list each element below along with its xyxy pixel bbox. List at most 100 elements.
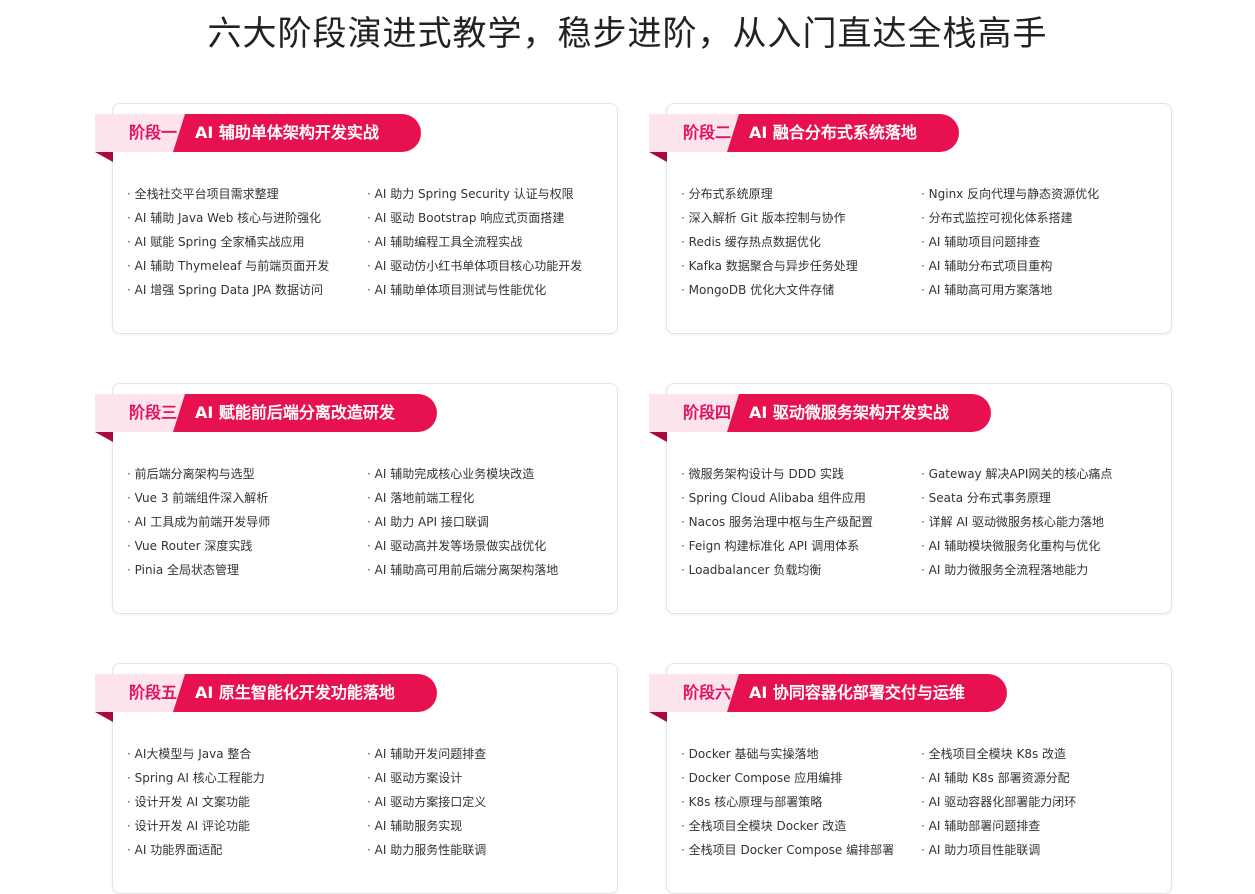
- list-item: Docker Compose 应用编排: [681, 766, 921, 790]
- list-item: AI 助力服务性能联调: [367, 838, 607, 862]
- list-item: AI 功能界面适配: [127, 838, 367, 862]
- stage-card-3: 阶段三 AI 赋能前后端分离改造研发 前后端分离架构与选型 Vue 3 前端组件…: [95, 383, 618, 614]
- list-item: 微服务架构设计与 DDD 实践: [681, 462, 921, 486]
- topic-list-left: 全栈社交平台项目需求整理 AI 辅助 Java Web 核心与进阶强化 AI 赋…: [127, 182, 367, 302]
- page-title: 六大阶段演进式教学，稳步进阶，从入门直达全栈高手: [207, 14, 1048, 54]
- list-item: AI大模型与 Java 整合: [127, 742, 367, 766]
- stage-name: AI 赋能前后端分离改造研发: [173, 394, 437, 432]
- topic-list-left: 分布式系统原理 深入解析 Git 版本控制与协作 Redis 缓存热点数据优化 …: [681, 182, 921, 302]
- list-item: AI 驱动 Bootstrap 响应式页面搭建: [367, 206, 607, 230]
- list-item: 设计开发 AI 评论功能: [127, 814, 367, 838]
- list-item: K8s 核心原理与部署策略: [681, 790, 921, 814]
- list-item: AI 助力 API 接口联调: [367, 510, 607, 534]
- list-item: 全栈项目 Docker Compose 编排部署: [681, 838, 921, 862]
- topic-list-right: Gateway 解决API网关的核心痛点 Seata 分布式事务原理 详解 AI…: [921, 462, 1161, 582]
- ribbon-fold: [95, 152, 113, 162]
- list-item: Spring AI 核心工程能力: [127, 766, 367, 790]
- list-item: AI 驱动高并发等场景做实战优化: [367, 534, 607, 558]
- stage-ribbon: 阶段三 AI 赋能前后端分离改造研发: [95, 394, 437, 442]
- list-item: AI 辅助开发问题排查: [367, 742, 607, 766]
- stage-label: 阶段三: [95, 394, 186, 432]
- list-item: AI 辅助模块微服务化重构与优化: [921, 534, 1161, 558]
- list-item: Feign 构建标准化 API 调用体系: [681, 534, 921, 558]
- stage-label: 阶段五: [95, 674, 186, 712]
- list-item: 全栈项目全模块 Docker 改造: [681, 814, 921, 838]
- stage-label: 阶段六: [649, 674, 740, 712]
- topic-list-left: Docker 基础与实操落地 Docker Compose 应用编排 K8s 核…: [681, 742, 921, 862]
- list-item: AI 工具成为前端开发导师: [127, 510, 367, 534]
- list-item: AI 辅助分布式项目重构: [921, 254, 1161, 278]
- list-item: AI 辅助完成核心业务模块改造: [367, 462, 607, 486]
- list-item: Redis 缓存热点数据优化: [681, 230, 921, 254]
- list-item: AI 辅助服务实现: [367, 814, 607, 838]
- list-item: AI 辅助编程工具全流程实战: [367, 230, 607, 254]
- list-item: AI 助力 Spring Security 认证与权限: [367, 182, 607, 206]
- topic-list-right: 全栈项目全模块 K8s 改造 AI 辅助 K8s 部署资源分配 AI 驱动容器化…: [921, 742, 1161, 862]
- stage-name: AI 辅助单体架构开发实战: [173, 114, 421, 152]
- list-item: 深入解析 Git 版本控制与协作: [681, 206, 921, 230]
- list-item: Vue 3 前端组件深入解析: [127, 486, 367, 510]
- stage-card-2: 阶段二 AI 融合分布式系统落地 分布式系统原理 深入解析 Git 版本控制与协…: [649, 103, 1172, 334]
- list-item: Kafka 数据聚合与异步任务处理: [681, 254, 921, 278]
- topic-list-right: AI 辅助完成核心业务模块改造 AI 落地前端工程化 AI 助力 API 接口联…: [367, 462, 607, 582]
- stage-card-6: 阶段六 AI 协同容器化部署交付与运维 Docker 基础与实操落地 Docke…: [649, 663, 1172, 894]
- list-item: AI 辅助高可用方案落地: [921, 278, 1161, 302]
- stage-card-5: 阶段五 AI 原生智能化开发功能落地 AI大模型与 Java 整合 Spring…: [95, 663, 618, 894]
- stage-ribbon: 阶段一 AI 辅助单体架构开发实战: [95, 114, 421, 162]
- list-item: Vue Router 深度实践: [127, 534, 367, 558]
- list-item: AI 增强 Spring Data JPA 数据访问: [127, 278, 367, 302]
- list-item: AI 辅助 Thymeleaf 与前端页面开发: [127, 254, 367, 278]
- topic-list-left: 微服务架构设计与 DDD 实践 Spring Cloud Alibaba 组件应…: [681, 462, 921, 582]
- list-item: AI 辅助部署问题排查: [921, 814, 1161, 838]
- stage-ribbon: 阶段六 AI 协同容器化部署交付与运维: [649, 674, 1007, 722]
- list-item: AI 助力项目性能联调: [921, 838, 1161, 862]
- list-item: 设计开发 AI 文案功能: [127, 790, 367, 814]
- list-item: 分布式系统原理: [681, 182, 921, 206]
- list-item: Docker 基础与实操落地: [681, 742, 921, 766]
- list-item: Seata 分布式事务原理: [921, 486, 1161, 510]
- list-item: 分布式监控可视化体系搭建: [921, 206, 1161, 230]
- topic-list-right: Nginx 反向代理与静态资源优化 分布式监控可视化体系搭建 AI 辅助项目问题…: [921, 182, 1161, 302]
- ribbon-fold: [95, 432, 113, 442]
- list-item: AI 驱动仿小红书单体项目核心功能开发: [367, 254, 607, 278]
- list-item: AI 驱动方案设计: [367, 766, 607, 790]
- stage-card-4: 阶段四 AI 驱动微服务架构开发实战 微服务架构设计与 DDD 实践 Sprin…: [649, 383, 1172, 614]
- list-item: AI 辅助 Java Web 核心与进阶强化: [127, 206, 367, 230]
- stage-label: 阶段二: [649, 114, 740, 152]
- stage-name: AI 协同容器化部署交付与运维: [727, 674, 1007, 712]
- list-item: Nacos 服务治理中枢与生产级配置: [681, 510, 921, 534]
- ribbon-fold: [649, 712, 667, 722]
- list-item: AI 辅助单体项目测试与性能优化: [367, 278, 607, 302]
- list-item: Pinia 全局状态管理: [127, 558, 367, 582]
- stage-name: AI 驱动微服务架构开发实战: [727, 394, 991, 432]
- list-item: 全栈项目全模块 K8s 改造: [921, 742, 1161, 766]
- list-item: Nginx 反向代理与静态资源优化: [921, 182, 1161, 206]
- ribbon-fold: [649, 432, 667, 442]
- list-item: 前后端分离架构与选型: [127, 462, 367, 486]
- stage-ribbon: 阶段二 AI 融合分布式系统落地: [649, 114, 959, 162]
- list-item: Loadbalancer 负载均衡: [681, 558, 921, 582]
- stage-label: 阶段一: [95, 114, 186, 152]
- list-item: Gateway 解决API网关的核心痛点: [921, 462, 1161, 486]
- list-item: AI 落地前端工程化: [367, 486, 607, 510]
- list-item: AI 辅助 K8s 部署资源分配: [921, 766, 1161, 790]
- list-item: AI 驱动容器化部署能力闭环: [921, 790, 1161, 814]
- topic-list-left: AI大模型与 Java 整合 Spring AI 核心工程能力 设计开发 AI …: [127, 742, 367, 862]
- topic-list-right: AI 助力 Spring Security 认证与权限 AI 驱动 Bootst…: [367, 182, 607, 302]
- stage-ribbon: 阶段五 AI 原生智能化开发功能落地: [95, 674, 437, 722]
- stage-ribbon: 阶段四 AI 驱动微服务架构开发实战: [649, 394, 991, 442]
- stage-card-1: 阶段一 AI 辅助单体架构开发实战 全栈社交平台项目需求整理 AI 辅助 Jav…: [95, 103, 618, 334]
- stage-label: 阶段四: [649, 394, 740, 432]
- ribbon-fold: [95, 712, 113, 722]
- stage-name: AI 原生智能化开发功能落地: [173, 674, 437, 712]
- list-item: MongoDB 优化大文件存储: [681, 278, 921, 302]
- topic-list-right: AI 辅助开发问题排查 AI 驱动方案设计 AI 驱动方案接口定义 AI 辅助服…: [367, 742, 607, 862]
- list-item: AI 驱动方案接口定义: [367, 790, 607, 814]
- list-item: AI 辅助项目问题排查: [921, 230, 1161, 254]
- ribbon-fold: [649, 152, 667, 162]
- list-item: 详解 AI 驱动微服务核心能力落地: [921, 510, 1161, 534]
- stage-name: AI 融合分布式系统落地: [727, 114, 959, 152]
- list-item: AI 赋能 Spring 全家桶实战应用: [127, 230, 367, 254]
- list-item: AI 辅助高可用前后端分离架构落地: [367, 558, 607, 582]
- list-item: AI 助力微服务全流程落地能力: [921, 558, 1161, 582]
